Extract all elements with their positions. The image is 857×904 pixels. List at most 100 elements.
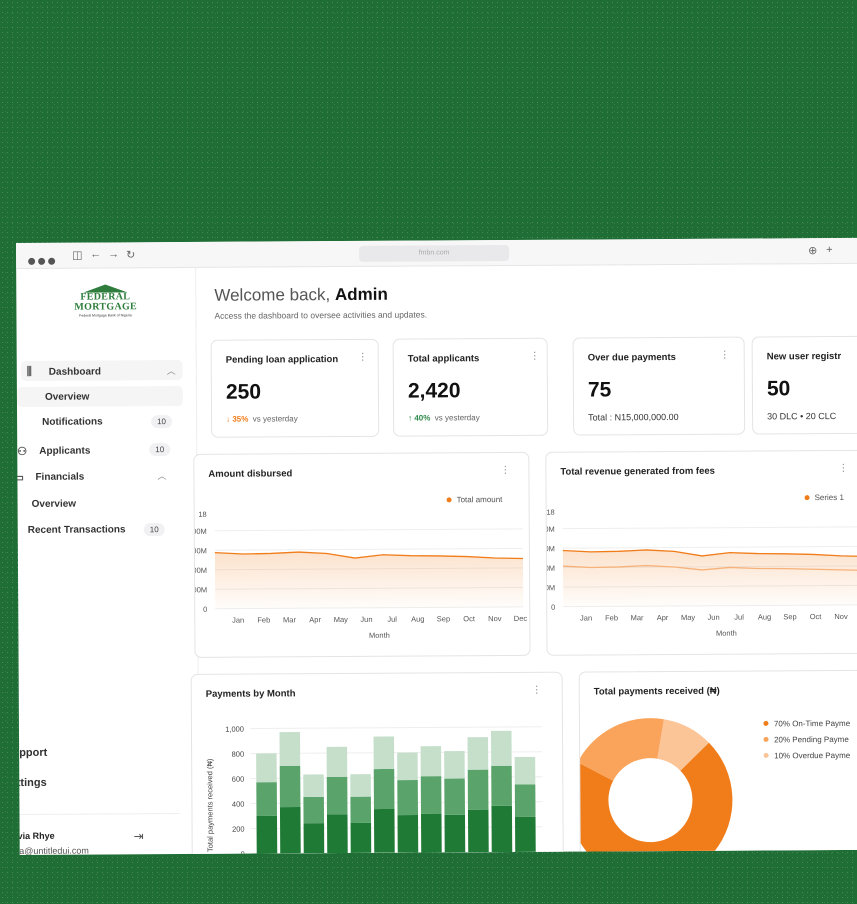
bar-segment <box>397 752 418 781</box>
y-tick-label: 200 <box>232 825 245 834</box>
stat-card-newusers: New user registr 50 30 DLC • 20 CLC <box>751 335 857 435</box>
x-tick-label: Feb <box>605 613 618 622</box>
bar-segment <box>467 809 489 853</box>
stat-card-overdue: Over due payments ⋮ 75 Total : N15,000,0… <box>572 336 746 436</box>
forward-arrow-icon[interactable]: → <box>108 248 119 260</box>
bar-segment <box>303 796 325 824</box>
sidebar: FEDERAL MORTGAGE Federal Mortgage Bank o… <box>16 267 200 855</box>
y-tick-label: 600M <box>194 546 207 555</box>
bar-segment <box>303 774 324 798</box>
bar-segment <box>444 751 465 779</box>
chevron-up-icon[interactable]: ︿ <box>167 364 176 377</box>
download-icon[interactable]: ⊕ <box>808 244 817 257</box>
x-tick-label: Oct <box>810 612 823 621</box>
area-fill <box>214 552 524 609</box>
legend-dot <box>763 752 769 758</box>
bar-segment <box>350 822 372 853</box>
x-tick-label: Feb <box>257 615 270 624</box>
sidebar-item-applicants[interactable]: ⚇ Applicants <box>17 445 90 458</box>
bar-segment <box>256 815 278 854</box>
arrow-up-icon: ↑ <box>408 413 413 423</box>
applicants-count-badge: 10 <box>149 443 171 457</box>
y-top-label: 18 <box>198 510 206 519</box>
x-tick-label: Oct <box>463 614 476 623</box>
bar-segment <box>490 730 512 766</box>
bar-segment <box>397 780 419 816</box>
y-tick-label: 400M <box>546 564 555 573</box>
bar-segment <box>467 737 489 770</box>
sidebar-item-overview[interactable] <box>16 385 183 407</box>
address-bar[interactable]: fmbn.com <box>359 244 510 262</box>
y-tick-label: 800M <box>546 525 554 534</box>
stat-title: New user registr <box>766 350 842 363</box>
chart-card-revenue: Total revenue generated from fees ⋮ Seri… <box>545 449 857 656</box>
bar-segment <box>514 784 536 817</box>
bar-segment <box>397 815 419 853</box>
sidebar-item-notifications[interactable]: Notifications <box>42 416 103 427</box>
chart-card-payments-received: Total payments received (₦) 70% On-Time … <box>578 669 857 855</box>
page-title: Welcome back, Admin <box>214 284 388 305</box>
bar-segment <box>326 814 348 854</box>
x-axis-label: Month <box>369 631 390 640</box>
bar-segment <box>515 816 536 852</box>
sidebar-toggle-icon[interactable]: ◫ <box>72 249 82 262</box>
line-chart-revenue: 18 0 200M 400M 600M 800M Jan Feb Mar Apr May Jun Jul… <box>546 508 857 638</box>
logout-icon[interactable]: ⇥ <box>134 829 144 843</box>
x-tick-label: Apr <box>309 615 321 624</box>
y-tick-label: 0 <box>551 603 555 612</box>
stat-value: 75 <box>587 378 612 402</box>
bar-segment <box>373 768 395 810</box>
sidebar-item-dashboard-row[interactable]: ⫼ Dashboard <box>27 365 101 378</box>
reload-icon[interactable]: ↻ <box>126 248 135 261</box>
new-tab-icon[interactable]: + <box>826 244 833 256</box>
x-tick-label: Jan <box>232 616 244 625</box>
bar-segment <box>350 796 372 823</box>
stat-delta: ↑ 40% vs yesterday <box>408 413 480 423</box>
x-tick-label: May <box>334 615 348 624</box>
more-icon[interactable]: ⋮ <box>358 352 368 363</box>
legend-dot <box>763 720 769 726</box>
sidebar-item-financials-overview[interactable]: Overview <box>32 499 77 510</box>
bar-segment <box>420 813 442 853</box>
bar-segment <box>326 776 348 815</box>
more-icon[interactable]: ⋮ <box>530 351 540 362</box>
gridline <box>249 726 542 730</box>
x-tick-label: May <box>681 613 695 622</box>
money-icon: ▭ <box>16 471 24 485</box>
chevron-up-icon[interactable]: ︿ <box>157 469 166 482</box>
sidebar-item-support[interactable]: Support <box>16 747 47 759</box>
logo-text-2: MORTGAGE <box>74 301 138 313</box>
chart-card-payments: Payments by Month ⋮ 0 200 400 600 800 1,000 To… <box>190 671 564 855</box>
more-icon[interactable]: ⋮ <box>720 350 730 361</box>
page-subtitle: Access the dashboard to oversee activiti… <box>214 309 428 321</box>
x-tick-label: Jul <box>387 615 397 624</box>
back-arrow-icon[interactable]: ← <box>90 248 101 260</box>
y-tick-label: 0 <box>241 850 245 855</box>
sidebar-item-recent-transactions[interactable]: Recent Transactions <box>28 524 126 536</box>
bar-segment <box>279 807 301 854</box>
bar-segment <box>444 814 466 853</box>
sidebar-item-settings[interactable]: Settings <box>16 777 47 789</box>
x-tick-label: Sep <box>783 612 796 621</box>
stat-value: 250 <box>225 380 262 404</box>
legend-label: 70% On-Time Payme <box>774 719 851 728</box>
gridline <box>562 526 857 530</box>
stat-total: Total : N15,000,000.00 <box>588 411 679 423</box>
x-tick-label: Jan <box>580 613 592 622</box>
y-tick-label: 200M <box>194 585 207 594</box>
x-tick-label: Sep <box>437 614 450 623</box>
sidebar-item-label: Dashboard <box>48 366 102 378</box>
sidebar-item-overview-label[interactable]: Overview <box>45 392 90 403</box>
bar-segment <box>373 736 395 770</box>
sidebar-item-financials[interactable]: ▭ Financials <box>16 471 84 484</box>
bar-segment <box>303 823 325 854</box>
bar-segment <box>256 753 277 783</box>
bar-segment <box>350 774 371 797</box>
y-tick-label: 1,000 <box>225 725 244 734</box>
y-tick-label: 800M <box>194 527 206 536</box>
line-chart-disbursed: 18 0 200M 400M 600M 800M Jan Feb Mar Apr May Jun Jul… <box>194 510 527 640</box>
stat-value: 2,420 <box>407 379 461 403</box>
window-controls[interactable] <box>28 252 58 270</box>
stat-sub: 30 DLC • 20 CLC <box>767 410 837 422</box>
users-icon: ⚇ <box>17 445 28 458</box>
